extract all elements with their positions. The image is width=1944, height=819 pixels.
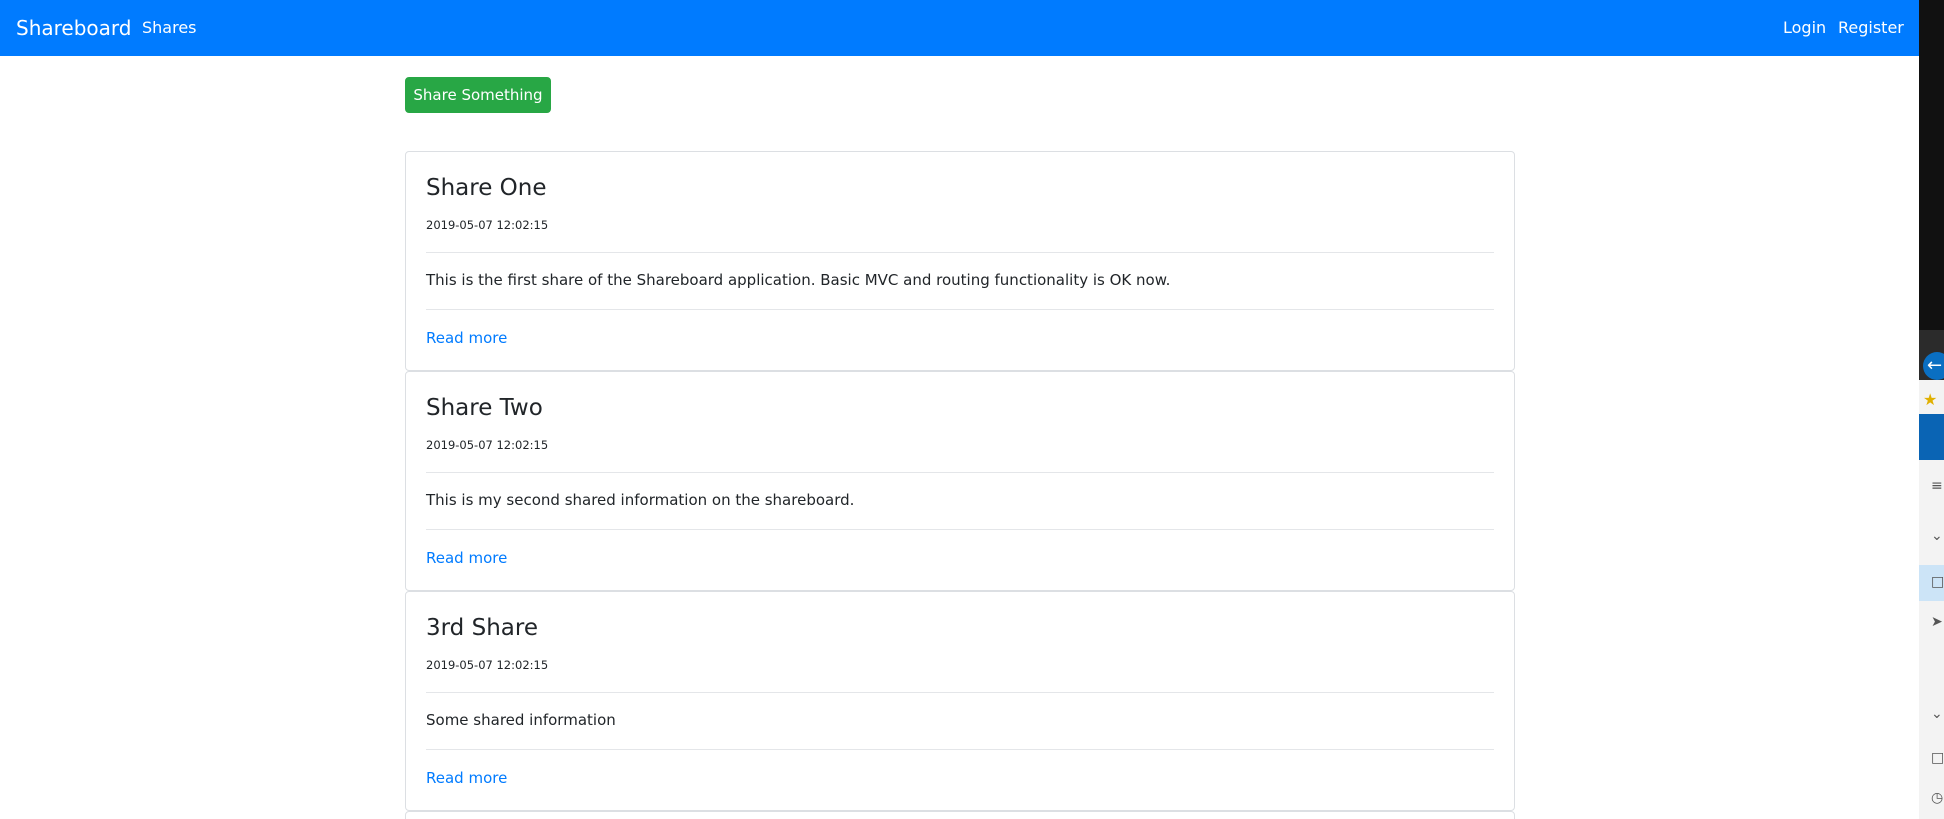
overlapping-window-edge: ← ★ ≡ ⌄ □ ➤ ⌄ □ ◷ — [1919, 0, 1944, 819]
nav-login-link[interactable]: Login — [1783, 18, 1826, 38]
share-title: Share Two — [426, 395, 543, 421]
star-icon[interactable]: ★ — [1923, 390, 1937, 409]
divider — [426, 472, 1494, 473]
share-card: Share One 2019-05-07 12:02:15 This is th… — [405, 151, 1515, 371]
divider — [426, 529, 1494, 530]
chevron-down-icon[interactable]: ⌄ — [1931, 706, 1943, 722]
chevron-down-icon[interactable]: ⌄ — [1931, 528, 1943, 544]
nav-shares-link[interactable]: Shares — [142, 18, 197, 38]
clock-icon[interactable]: ◷ — [1931, 790, 1943, 806]
top-navbar: Shareboard Shares Login Register — [0, 0, 1919, 56]
window-header-band — [1919, 414, 1944, 460]
back-arrow-icon[interactable]: ← — [1923, 352, 1944, 380]
share-card-partial — [405, 811, 1515, 819]
document-icon[interactable]: □ — [1931, 750, 1944, 766]
share-body: Some shared information — [426, 711, 616, 729]
share-card: 3rd Share 2019-05-07 12:02:15 Some share… — [405, 591, 1515, 811]
share-date: 2019-05-07 12:02:15 — [426, 438, 549, 452]
send-icon[interactable]: ➤ — [1931, 614, 1943, 630]
share-title: 3rd Share — [426, 615, 538, 641]
menu-icon[interactable]: ≡ — [1931, 478, 1943, 494]
read-more-link[interactable]: Read more — [426, 768, 507, 788]
divider — [426, 692, 1494, 693]
document-icon[interactable]: □ — [1931, 574, 1944, 590]
share-date: 2019-05-07 12:02:15 — [426, 218, 549, 232]
divider — [426, 252, 1494, 253]
page: Shareboard Shares Login Register Share S… — [0, 0, 1944, 819]
divider — [426, 749, 1494, 750]
share-date: 2019-05-07 12:02:15 — [426, 658, 549, 672]
read-more-link[interactable]: Read more — [426, 548, 507, 568]
share-title: Share One — [426, 175, 547, 201]
share-card: Share Two 2019-05-07 12:02:15 This is my… — [405, 371, 1515, 591]
divider — [426, 309, 1494, 310]
share-something-button[interactable]: Share Something — [405, 77, 551, 113]
nav-register-link[interactable]: Register — [1838, 18, 1904, 38]
brand-link[interactable]: Shareboard — [16, 14, 131, 42]
share-body: This is my second shared information on … — [426, 491, 855, 509]
window-dark-region — [1919, 0, 1944, 330]
read-more-link[interactable]: Read more — [426, 328, 507, 348]
share-body: This is the first share of the Shareboar… — [426, 271, 1171, 289]
